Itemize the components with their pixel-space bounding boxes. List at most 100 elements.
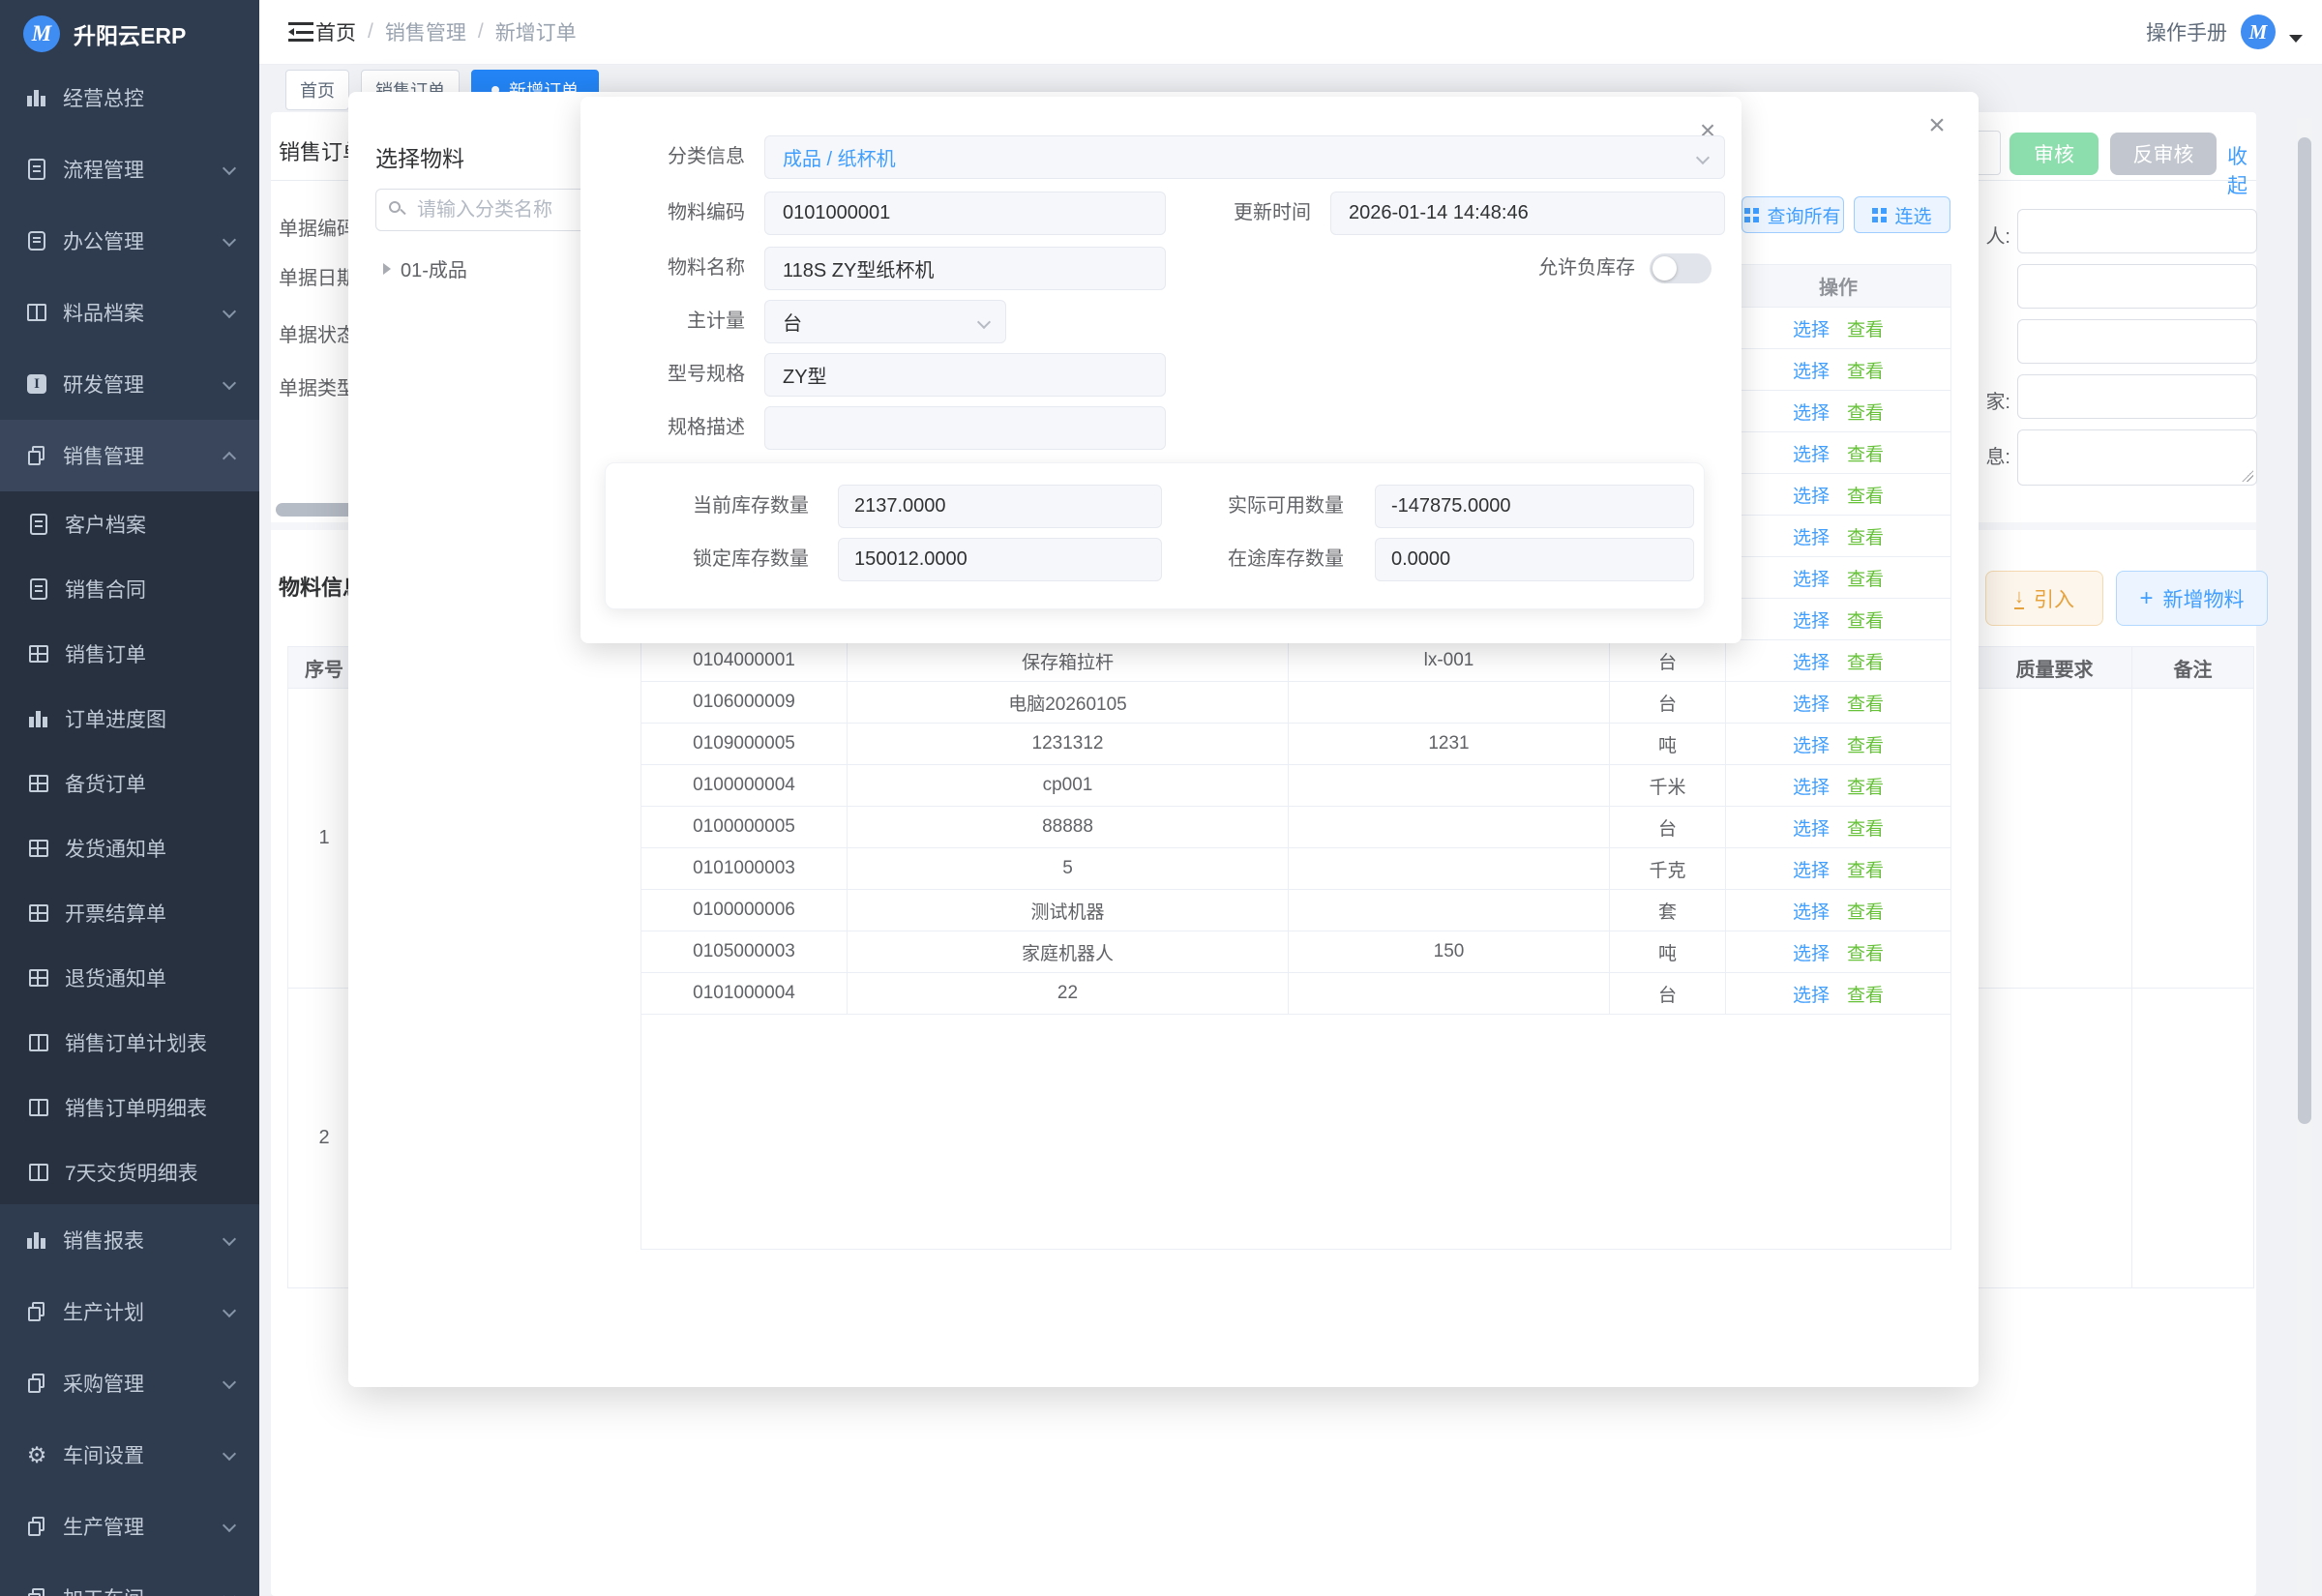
view-link[interactable]: 查看 [1847,357,1884,383]
select-link[interactable]: 选择 [1793,731,1830,757]
view-link[interactable]: 查看 [1847,939,1884,965]
material-ops: 选择 查看 [1726,931,1950,972]
sidebar-subitem[interactable]: 7天交货明细表 [0,1139,259,1204]
right-input-1[interactable] [2017,209,2257,253]
select-link[interactable]: 选择 [1793,648,1830,674]
right-input-4[interactable] [2017,374,2257,419]
sidebar-subitem[interactable]: 发货通知单 [0,815,259,880]
sidebar-subitem[interactable]: 备货订单 [0,751,259,815]
locked-stock-label: 锁定库存数量 [606,538,809,581]
view-link[interactable]: 查看 [1847,731,1884,757]
search-icon [388,200,407,220]
updated-field[interactable]: 2026-01-14 14:48:46 [1330,192,1725,235]
model-field[interactable]: ZY型 [764,353,1166,397]
select-link[interactable]: 选择 [1793,440,1830,466]
code-field[interactable]: 0101000001 [764,192,1166,235]
sidebar-item[interactable]: 研发管理 [0,348,259,420]
sidebar-item[interactable]: 办公管理 [0,205,259,277]
sidebar-subitem[interactable]: 销售合同 [0,556,259,621]
select-link[interactable]: 选择 [1793,898,1830,924]
sidebar-item[interactable]: 销售管理 [0,420,259,491]
sidebar-subitem[interactable]: 开票结算单 [0,880,259,945]
collapse-link[interactable]: 收起 [2227,141,2256,199]
view-link[interactable]: 查看 [1847,482,1884,508]
view-link[interactable]: 查看 [1847,690,1884,716]
right-input-2[interactable] [2017,264,2257,309]
select-link[interactable]: 选择 [1793,399,1830,425]
sidebar-item[interactable]: 销售报表 [0,1204,259,1276]
view-link[interactable]: 查看 [1847,565,1884,591]
sidebar-item[interactable]: 料品档案 [0,277,259,348]
production-icon [24,1514,49,1539]
sidebar-subitem[interactable]: 销售订单明细表 [0,1075,259,1139]
tab[interactable]: 首页 [285,70,349,110]
modal-close-icon[interactable]: × [1920,109,1953,142]
view-link[interactable]: 查看 [1847,648,1884,674]
sidebar-item[interactable]: 经营总控 [0,62,259,133]
audit-button[interactable]: 审核 [2009,133,2099,175]
select-link[interactable]: 选择 [1793,315,1830,341]
vertical-scrollbar-track[interactable] [2297,118,2312,1596]
logo: M 升阳云ERP [0,0,259,62]
current-stock-field[interactable]: 2137.0000 [838,485,1162,528]
sidebar-subitem[interactable]: 客户档案 [0,491,259,556]
tree-expand-icon[interactable] [383,263,391,275]
breadcrumb-home[interactable]: 首页 [315,17,356,46]
sidebar-item[interactable]: 流程管理 [0,133,259,205]
view-link[interactable]: 查看 [1847,898,1884,924]
view-link[interactable]: 查看 [1847,814,1884,841]
view-link[interactable]: 查看 [1847,523,1884,549]
name-field[interactable]: 118S ZY型纸杯机 [764,247,1166,290]
category-select[interactable]: 成品 / 纸杯机 [764,135,1725,179]
select-link[interactable]: 选择 [1793,357,1830,383]
add-material-button[interactable]: + 新增物料 [2116,571,2268,626]
locked-stock-field[interactable]: 150012.0000 [838,538,1162,581]
neg-stock-toggle[interactable] [1650,253,1712,283]
select-link[interactable]: 选择 [1793,565,1830,591]
select-link[interactable]: 选择 [1793,939,1830,965]
view-link[interactable]: 查看 [1847,773,1884,799]
view-link[interactable]: 查看 [1847,440,1884,466]
select-link[interactable]: 选择 [1793,856,1830,882]
sidebar-item[interactable]: 采购管理 [0,1347,259,1419]
view-link[interactable]: 查看 [1847,315,1884,341]
multi-select-button[interactable]: 连选 [1854,196,1950,233]
unaudit-button[interactable]: 反审核 [2110,133,2217,175]
select-link[interactable]: 选择 [1793,523,1830,549]
select-link[interactable]: 选择 [1793,482,1830,508]
unit-select[interactable]: 台 [764,300,1006,343]
import-button[interactable]: ↓ 引入 [1985,571,2103,626]
view-link[interactable]: 查看 [1847,856,1884,882]
manual-link[interactable]: 操作手册 [2146,17,2227,46]
collapse-sidebar-icon[interactable] [288,21,313,43]
right-textarea[interactable] [2017,429,2257,486]
sidebar-subitem[interactable]: 销售订单 [0,621,259,686]
sidebar-item[interactable]: 生产管理 [0,1491,259,1562]
right-input-3[interactable] [2017,319,2257,364]
view-link[interactable]: 查看 [1847,606,1884,633]
material-spec: 150 [1289,931,1610,972]
sidebar-item[interactable]: 车间设置 [0,1419,259,1491]
sidebar-subitem[interactable]: 退货通知单 [0,945,259,1010]
select-link[interactable]: 选择 [1793,690,1830,716]
view-link[interactable]: 查看 [1847,399,1884,425]
sidebar-item[interactable]: 生产计划 [0,1276,259,1347]
select-link[interactable]: 选择 [1793,606,1830,633]
select-link[interactable]: 选择 [1793,773,1830,799]
select-link[interactable]: 选择 [1793,814,1830,841]
available-field[interactable]: -147875.0000 [1375,485,1694,528]
avatar[interactable]: M [2241,15,2276,49]
vertical-scrollbar-thumb[interactable] [2298,137,2311,1124]
breadcrumb-sales[interactable]: 销售管理 [385,17,466,46]
sidebar-subitem[interactable]: 订单进度图 [0,686,259,751]
sidebar-subitem[interactable]: 销售订单计划表 [0,1010,259,1075]
query-all-button[interactable]: 查询所有 [1742,196,1844,233]
select-link[interactable]: 选择 [1793,981,1830,1007]
user-menu-caret-icon[interactable] [2289,35,2303,43]
sidebar-item[interactable]: 加工车间 [0,1562,259,1596]
spec-field[interactable] [764,406,1166,450]
category-tree-node[interactable]: 01-成品 [383,254,467,282]
chevron-icon [223,306,236,319]
view-link[interactable]: 查看 [1847,981,1884,1007]
transit-stock-field[interactable]: 0.0000 [1375,538,1694,581]
